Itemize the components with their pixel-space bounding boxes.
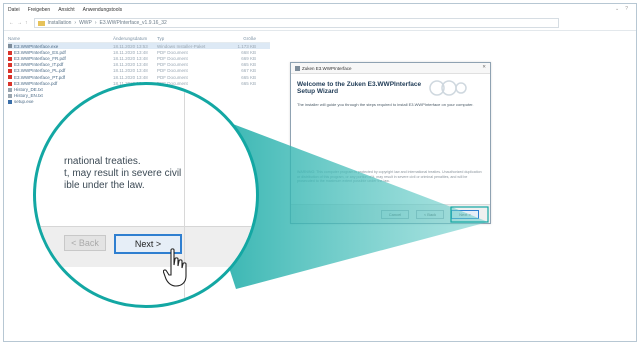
magnified-footer: < Back Next > <box>36 226 256 267</box>
magnified-back-button[interactable]: < Back <box>64 235 106 251</box>
magnified-line: rnational treaties. <box>64 156 141 167</box>
magnified-view: rnational treaties. t, may result in sev… <box>36 85 256 305</box>
magnified-text: rnational treaties. t, may result in sev… <box>64 156 181 192</box>
magnified-line: ible under the law. <box>64 180 145 191</box>
magnified-line: t, may result in severe civil <box>64 168 182 179</box>
hand-cursor-icon <box>163 248 187 287</box>
